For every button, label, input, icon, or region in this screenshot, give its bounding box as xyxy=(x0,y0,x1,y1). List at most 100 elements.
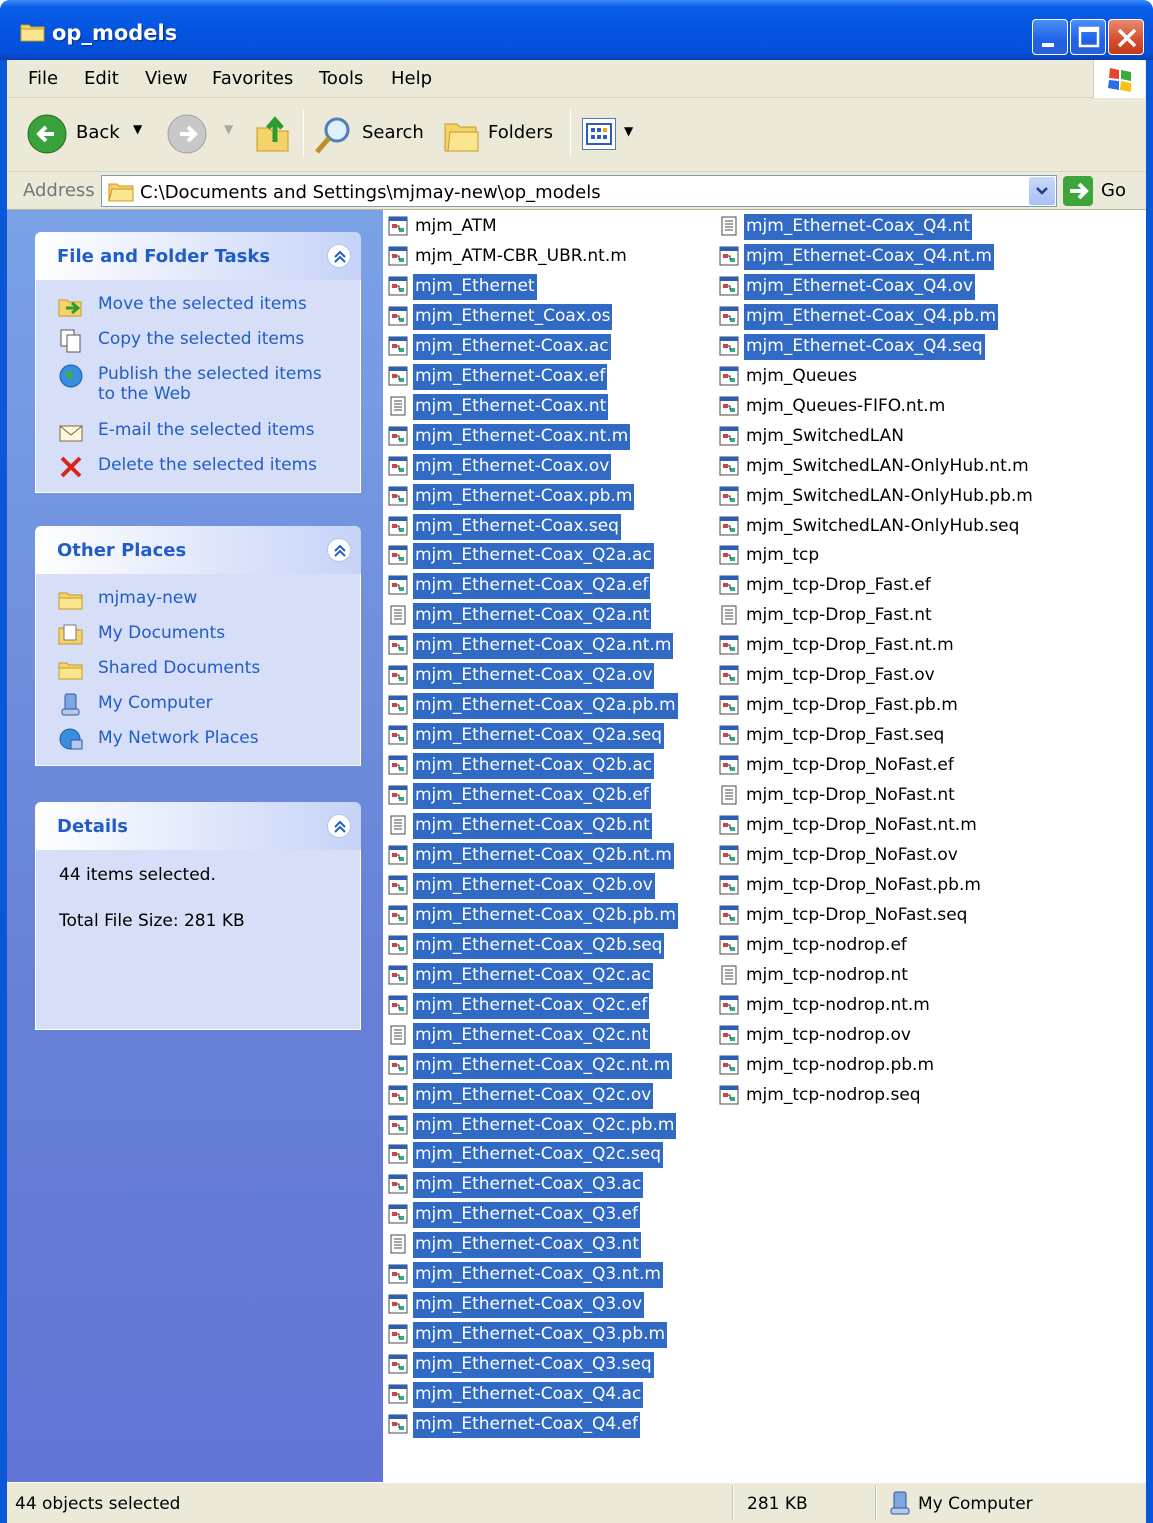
file-name[interactable]: mjm_Ethernet-Coax_Q2c.seq xyxy=(413,1142,664,1169)
task-link-label[interactable]: Copy the selected items xyxy=(98,329,304,349)
file-name[interactable]: mjm_Ethernet-Coax_Q2c.ov xyxy=(413,1082,654,1109)
file-name[interactable]: mjm_Ethernet-Coax.ef xyxy=(413,363,608,390)
forward-button[interactable] xyxy=(167,114,207,154)
model-file-icon[interactable] xyxy=(388,995,408,1015)
menu-favorites[interactable]: Favorites xyxy=(212,68,293,89)
file-name[interactable]: mjm_Ethernet-Coax_Q3.nt.m xyxy=(413,1262,663,1289)
file-name[interactable]: mjm_Ethernet-Coax_Q2a.ov xyxy=(413,663,655,690)
file-name[interactable]: mjm_Ethernet-Coax_Q2c.ef xyxy=(413,992,650,1019)
model-file-icon[interactable] xyxy=(388,486,408,506)
menu-view[interactable]: View xyxy=(145,68,188,89)
task-link[interactable]: mjmay-new xyxy=(36,582,360,617)
file-name[interactable]: mjm_SwitchedLAN xyxy=(744,424,906,450)
file-name[interactable]: mjm_Ethernet-Coax_Q2b.ov xyxy=(413,872,655,899)
task-link-label[interactable]: E-mail the selected items xyxy=(98,420,314,440)
model-file-icon[interactable] xyxy=(388,1085,408,1105)
collapse-chevron-icon[interactable] xyxy=(327,538,351,562)
file-name[interactable]: mjm_Ethernet-Coax_Q4.seq xyxy=(744,333,985,360)
model-file-icon[interactable] xyxy=(719,1055,739,1075)
task-link[interactable]: My Network Places xyxy=(36,722,360,757)
file-name[interactable]: mjm_Ethernet-Coax.seq xyxy=(413,513,621,540)
file-name[interactable]: mjm_Ethernet xyxy=(413,273,537,300)
file-name[interactable]: mjm_Ethernet-Coax_Q3.seq xyxy=(413,1352,654,1379)
file-list[interactable]: mjm_ATM mjm_ATM-CBR_UBR.nt.m mjm_Ethernet m… xyxy=(383,210,1146,1482)
task-link-label[interactable]: mjmay-new xyxy=(98,588,197,608)
model-file-icon[interactable] xyxy=(388,1144,408,1164)
file-name[interactable]: mjm_Ethernet-Coax_Q2c.ac xyxy=(413,962,653,989)
close-button[interactable] xyxy=(1108,19,1144,55)
text-file-icon[interactable] xyxy=(388,396,408,416)
search-label[interactable]: Search xyxy=(362,122,424,143)
model-file-icon[interactable] xyxy=(719,456,739,476)
model-file-icon[interactable] xyxy=(719,875,739,895)
file-name[interactable]: mjm_tcp-nodrop.ov xyxy=(744,1023,913,1049)
file-name[interactable]: mjm_tcp-Drop_NoFast.seq xyxy=(744,903,969,929)
file-name[interactable]: mjm_Ethernet-Coax.pb.m xyxy=(413,483,635,510)
file-name[interactable]: mjm_Ethernet-Coax_Q4.pb.m xyxy=(744,303,999,330)
file-name[interactable]: mjm_tcp-Drop_NoFast.ef xyxy=(744,753,956,779)
text-file-icon[interactable] xyxy=(388,815,408,835)
file-name[interactable]: mjm_SwitchedLAN-OnlyHub.seq xyxy=(744,514,1021,540)
panel-header[interactable]: Other Places xyxy=(35,526,361,574)
views-dropdown-icon[interactable]: ▼ xyxy=(624,124,633,138)
panel-header[interactable]: Details xyxy=(35,802,361,850)
address-path[interactable]: C:\Documents and Settings\mjmay-new\op_m… xyxy=(140,182,601,203)
file-name[interactable]: mjm_Ethernet-Coax_Q2b.pb.m xyxy=(413,902,678,929)
model-file-icon[interactable] xyxy=(388,575,408,595)
file-name[interactable]: mjm_tcp-nodrop.ef xyxy=(744,933,909,959)
file-name[interactable]: mjm_Ethernet-Coax_Q3.ov xyxy=(413,1292,645,1319)
file-name[interactable]: mjm_Ethernet-Coax_Q4.nt.m xyxy=(744,243,994,270)
model-file-icon[interactable] xyxy=(388,1174,408,1194)
file-name[interactable]: mjm_Ethernet-Coax_Q4.ac xyxy=(413,1382,644,1409)
model-file-icon[interactable] xyxy=(388,246,408,266)
model-file-icon[interactable] xyxy=(388,1354,408,1374)
model-file-icon[interactable] xyxy=(719,995,739,1015)
file-name[interactable]: mjm_Ethernet-Coax_Q2a.nt.m xyxy=(413,633,674,660)
model-file-icon[interactable] xyxy=(388,516,408,536)
menu-file[interactable]: File xyxy=(28,68,58,89)
task-link-label[interactable]: My Documents xyxy=(98,623,225,643)
model-file-icon[interactable] xyxy=(719,575,739,595)
text-file-icon[interactable] xyxy=(719,965,739,985)
model-file-icon[interactable] xyxy=(719,426,739,446)
file-name[interactable]: mjm_ATM xyxy=(413,214,499,240)
back-button[interactable] xyxy=(27,114,67,154)
file-name[interactable]: mjm_ATM-CBR_UBR.nt.m xyxy=(413,244,629,270)
file-name[interactable]: mjm_Ethernet-Coax.nt xyxy=(413,393,609,420)
back-label[interactable]: Back xyxy=(76,122,120,143)
address-field[interactable]: C:\Documents and Settings\mjmay-new\op_m… xyxy=(101,175,1057,207)
file-name[interactable]: mjm_tcp-Drop_Fast.ef xyxy=(744,573,933,599)
file-name[interactable]: mjm_tcp xyxy=(744,543,821,569)
task-link[interactable]: Shared Documents xyxy=(36,652,360,687)
go-button[interactable] xyxy=(1063,176,1093,206)
file-name[interactable]: mjm_Queues-FIFO.nt.m xyxy=(744,394,947,420)
model-file-icon[interactable] xyxy=(388,545,408,565)
model-file-icon[interactable] xyxy=(388,725,408,745)
minimize-button[interactable] xyxy=(1032,19,1068,55)
model-file-icon[interactable] xyxy=(388,426,408,446)
model-file-icon[interactable] xyxy=(719,665,739,685)
file-name[interactable]: mjm_Ethernet-Coax_Q2c.nt xyxy=(413,1022,651,1049)
file-name[interactable]: mjm_tcp-Drop_Fast.seq xyxy=(744,723,946,749)
file-name[interactable]: mjm_Queues xyxy=(744,364,859,390)
file-name[interactable]: mjm_Ethernet_Coax.os xyxy=(413,303,613,330)
task-link-label[interactable]: My Network Places xyxy=(98,728,259,748)
file-name[interactable]: mjm_Ethernet-Coax_Q2c.nt.m xyxy=(413,1052,673,1079)
file-name[interactable]: mjm_SwitchedLAN-OnlyHub.nt.m xyxy=(744,454,1031,480)
views-button[interactable] xyxy=(582,118,616,150)
file-name[interactable]: mjm_Ethernet-Coax_Q4.nt xyxy=(744,214,972,240)
model-file-icon[interactable] xyxy=(388,965,408,985)
text-file-icon[interactable] xyxy=(388,1025,408,1045)
file-name[interactable]: mjm_Ethernet-Coax.ov xyxy=(413,453,612,480)
file-name[interactable]: mjm_Ethernet-Coax.nt.m xyxy=(413,423,631,450)
file-name[interactable]: mjm_Ethernet-Coax_Q4.ov xyxy=(744,273,976,300)
model-file-icon[interactable] xyxy=(388,785,408,805)
file-name[interactable]: mjm_tcp-Drop_NoFast.ov xyxy=(744,843,960,869)
model-file-icon[interactable] xyxy=(719,815,739,835)
model-file-icon[interactable] xyxy=(719,336,739,356)
file-name[interactable]: mjm_tcp-nodrop.nt.m xyxy=(744,993,932,1019)
model-file-icon[interactable] xyxy=(719,366,739,386)
file-name[interactable]: mjm_tcp-Drop_Fast.ov xyxy=(744,663,937,689)
model-file-icon[interactable] xyxy=(388,665,408,685)
file-name[interactable]: mjm_Ethernet-Coax_Q2b.ef xyxy=(413,783,651,810)
